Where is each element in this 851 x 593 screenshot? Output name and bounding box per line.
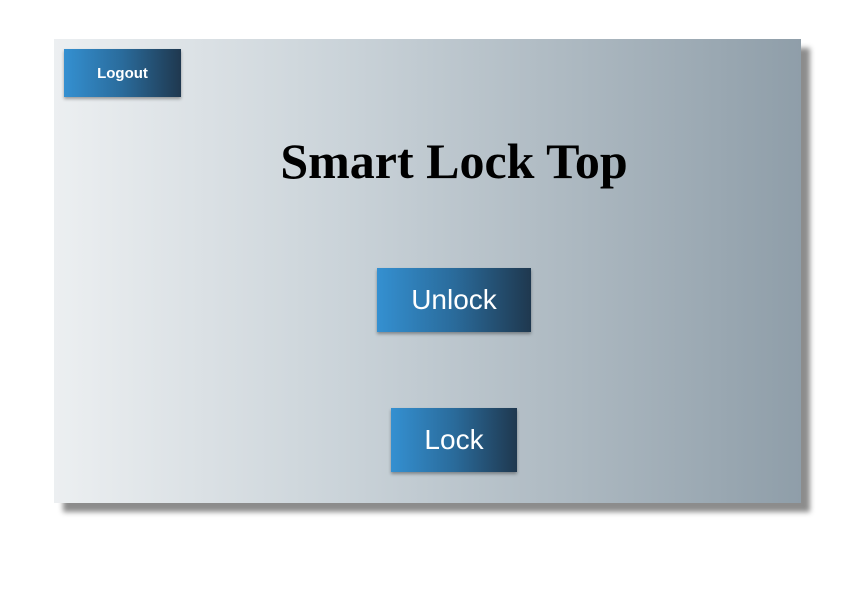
page-title: Smart Lock Top bbox=[280, 133, 628, 189]
unlock-button[interactable]: Unlock bbox=[377, 268, 531, 332]
smart-lock-panel: Logout Smart Lock Top Unlock Lock bbox=[54, 39, 801, 503]
lock-button[interactable]: Lock bbox=[391, 408, 517, 472]
logout-button[interactable]: Logout bbox=[64, 49, 181, 97]
